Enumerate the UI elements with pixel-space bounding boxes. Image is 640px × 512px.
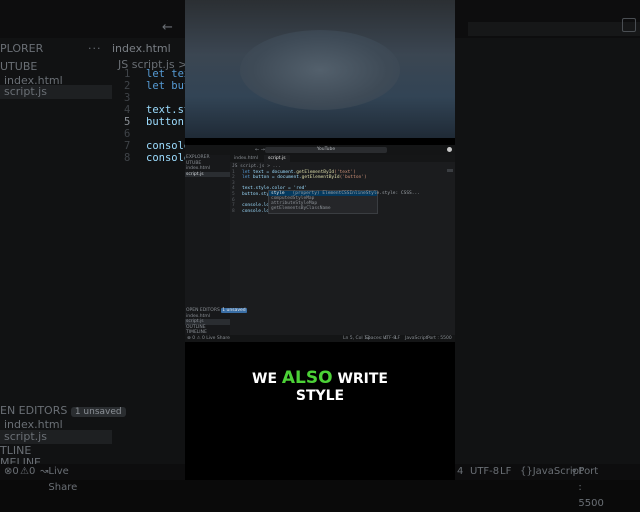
window-titlebar: ← → YouTube [185, 145, 455, 155]
caption-line-1: WE ALSO WRITE [185, 370, 455, 388]
encoding-status[interactable]: UTF-8 [470, 464, 499, 480]
line-number: 5 [124, 116, 131, 128]
port-status[interactable]: Port : 5500 [427, 335, 452, 342]
port-status[interactable]: ⚬ Port : 5500 [570, 464, 604, 509]
string-arg: ('text') [334, 169, 356, 175]
webcam-blur [240, 30, 400, 110]
caption-word: WE [252, 371, 278, 387]
file-script-js[interactable]: script.js [185, 171, 230, 177]
open-editors-label: EN EDITORS [0, 404, 68, 417]
line-number: 6 [124, 128, 131, 140]
vscode-window: ← → YouTube EXPLORER UTUBE index.html sc… [185, 145, 455, 342]
status-bar: ⊗ 0 ⚠ 0 Live Share Ln 5, Col 13 Spaces: … [185, 335, 455, 342]
layout-toggle-icon[interactable] [447, 147, 452, 152]
function-name: getElementById [301, 175, 340, 181]
editor-tabs: index.html script.js [230, 155, 455, 162]
explorer-title: PLORER [0, 42, 44, 55]
eol-status[interactable]: LF [500, 464, 511, 480]
line-number: 8 [232, 208, 235, 214]
folder-label[interactable]: UTUBE [0, 60, 37, 74]
caption-highlight: ALSO [281, 368, 333, 388]
search-label: YouTube [316, 147, 336, 152]
open-file-script-js[interactable]: script.js [0, 430, 112, 444]
status-left[interactable]: ⊗ 0 ⚠ 0 Live Share [187, 335, 230, 342]
code-text: text = document. [250, 169, 297, 175]
line-number: 1 [124, 68, 131, 80]
string-arg: ('button') [339, 175, 367, 181]
language-status[interactable]: {} JavaScript [520, 464, 583, 480]
line-number: 3 [124, 92, 131, 104]
autocomplete-popup: style (property) ElementCSSInlineStyle.st… [268, 190, 420, 214]
nav-arrows-icon[interactable]: ← → [255, 147, 265, 153]
indent-status[interactable]: 4 [457, 464, 463, 480]
function-name: getElementById [296, 169, 335, 175]
more-actions-icon[interactable]: ··· [88, 42, 102, 55]
line-number: 8 [124, 152, 131, 164]
warning-count[interactable]: ⚠ 0 [20, 464, 35, 480]
keyword: let [242, 175, 251, 181]
unsaved-badge: 1 unsaved [70, 407, 126, 417]
open-editors-header[interactable]: EN EDITORS 1 unsaved [0, 404, 126, 418]
open-editors-header[interactable]: OPEN EDITORS 1 unsaved [185, 308, 247, 314]
video-frame: ← → YouTube EXPLORER UTUBE index.html sc… [185, 0, 455, 480]
eol-status[interactable]: LF [395, 335, 400, 342]
open-editors-panel: OPEN EDITORS 1 unsaved index.html script… [185, 308, 247, 336]
tab-index-html[interactable]: index.html [234, 155, 258, 162]
error-count[interactable]: ⊗ 0 [4, 464, 19, 480]
tab-script-js[interactable]: script.js [264, 155, 290, 162]
suggestion-item[interactable]: getElementsByClassName [269, 206, 377, 211]
file-script-js[interactable]: script.js [0, 85, 112, 99]
language-status[interactable]: JavaScript [405, 335, 428, 342]
line-number: 7 [124, 140, 131, 152]
caption-line-2: STYLE [295, 388, 345, 404]
back-arrow-icon[interactable]: ← [162, 20, 173, 35]
caption-word: WRITE [337, 371, 388, 387]
line-number: 4 [124, 104, 131, 116]
search-bar[interactable] [468, 22, 640, 36]
tab-index-html[interactable]: index.html [112, 42, 171, 55]
blurred-webcam [185, 0, 455, 138]
live-share-button[interactable]: ↝ Live Share [40, 464, 77, 493]
keyword: let [242, 169, 251, 175]
minimap[interactable] [447, 169, 453, 172]
unsaved-badge: 1 unsaved [221, 308, 247, 313]
line-number: 2 [124, 80, 131, 92]
subtitle-caption: WE ALSO WRITE STYLE [185, 370, 455, 405]
code-text: button = document. [250, 175, 302, 181]
layout-icon[interactable] [622, 18, 636, 32]
command-center-search[interactable]: YouTube [265, 147, 387, 153]
